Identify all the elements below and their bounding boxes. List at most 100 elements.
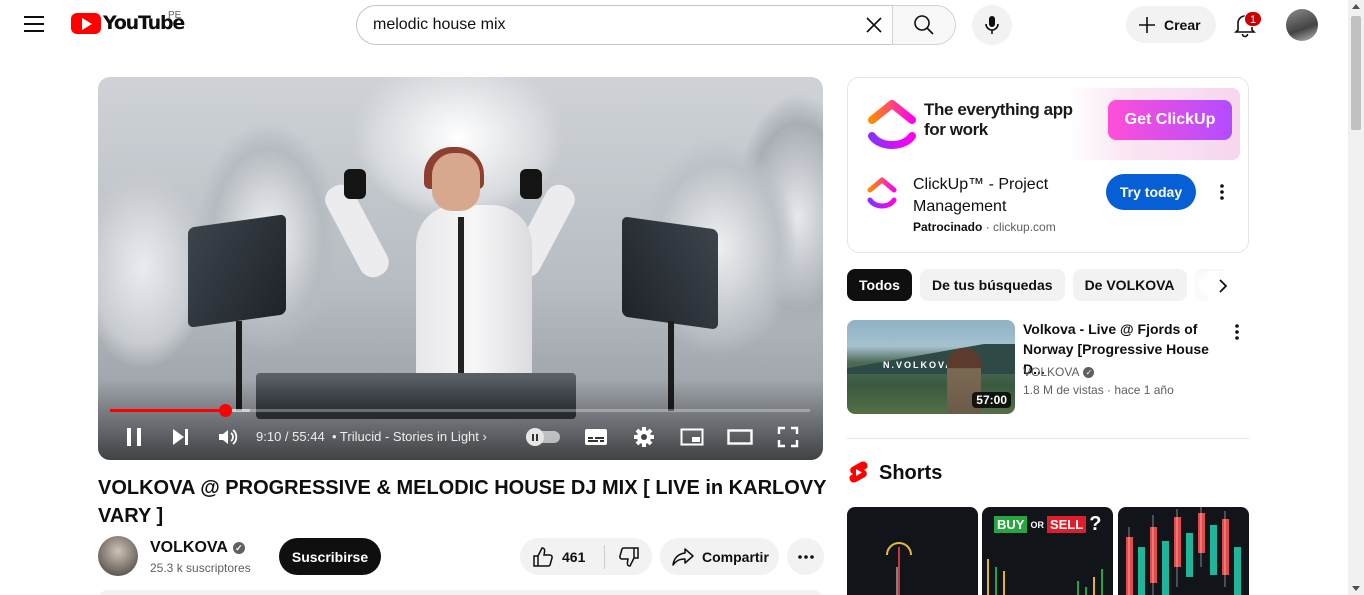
- voice-search-button[interactable]: [972, 5, 1012, 45]
- scroll-thumb[interactable]: [1351, 16, 1361, 130]
- progress-bar[interactable]: [110, 404, 810, 417]
- notification-badge: 1: [1244, 11, 1262, 27]
- short-chart-graphic: [886, 542, 912, 595]
- miniplayer-button[interactable]: [678, 425, 706, 449]
- short-chart-graphic: [1126, 507, 1241, 595]
- chapter-title[interactable]: • Trilucid - Stories in Light ›: [332, 429, 487, 444]
- verified-icon: ✓: [1083, 366, 1095, 378]
- scroll-up-icon[interactable]: [1352, 4, 1360, 9]
- recommended-channel[interactable]: VOLKOVA ✓: [1023, 365, 1095, 379]
- sponsored-label: Patrocinado: [913, 220, 983, 234]
- chip-todos[interactable]: Todos: [847, 269, 912, 301]
- video-duration: 57:00: [972, 392, 1011, 408]
- scroll-down-icon[interactable]: [1352, 586, 1360, 591]
- ad-title[interactable]: ClickUp™ - Project Management: [913, 174, 1093, 218]
- ad-banner-cta[interactable]: Get ClickUp: [1108, 100, 1232, 140]
- share-icon: [672, 547, 694, 566]
- ad-more-button[interactable]: [1212, 180, 1232, 204]
- channel-name-link[interactable]: VOLKOVA ✓: [150, 539, 245, 557]
- next-button[interactable]: [166, 425, 194, 449]
- video-title: VOLKOVA @ PROGRESSIVE & MELODIC HOUSE DJ…: [98, 477, 827, 527]
- create-button[interactable]: Crear: [1126, 6, 1216, 43]
- chip-from-searches[interactable]: De tus búsquedas: [919, 269, 1065, 301]
- progress-played: [110, 409, 225, 412]
- recommended-more-button[interactable]: [1228, 322, 1246, 342]
- chevron-right-icon: [1219, 279, 1228, 293]
- settings-icon: [634, 427, 654, 447]
- upload-age: hace 1 año: [1114, 383, 1174, 397]
- shorts-title: Shorts: [879, 461, 943, 484]
- subtitles-icon: [585, 429, 607, 445]
- clear-icon: [866, 17, 882, 33]
- dislike-button[interactable]: [605, 538, 652, 575]
- autoplay-pause-icon: [526, 428, 544, 446]
- chips-next-button[interactable]: [1208, 271, 1238, 301]
- ad-banner[interactable]: The everything app for work Get ClickUp: [858, 88, 1240, 160]
- channel-name: VOLKOVA: [150, 539, 228, 556]
- recommended-thumbnail[interactable]: N.VOLKOVA 57:00: [847, 320, 1015, 414]
- short-card[interactable]: [1118, 507, 1249, 595]
- view-count: 1.8 M de vistas: [1023, 383, 1104, 397]
- chip-from-channel[interactable]: De VOLKOVA: [1072, 269, 1187, 301]
- or-label: OR: [1030, 519, 1044, 530]
- dj-zipper-graphic: [458, 217, 464, 377]
- fullscreen-button[interactable]: [774, 425, 802, 449]
- miniplayer-icon: [680, 428, 704, 446]
- like-icon: [533, 546, 553, 567]
- filter-chips: Todos De tus búsquedas De VOLKOVA T: [847, 269, 1249, 301]
- buy-label: BUY: [994, 516, 1028, 533]
- time-display: 9:10 / 55:44: [256, 429, 325, 444]
- page-scrollbar[interactable]: [1348, 0, 1364, 595]
- progress-scrubber[interactable]: [218, 404, 232, 417]
- theater-icon: [727, 429, 753, 445]
- like-button[interactable]: 461: [520, 538, 604, 575]
- dj-head-graphic: [432, 153, 480, 211]
- search-box[interactable]: [356, 5, 892, 45]
- subscribe-button[interactable]: Suscribirse: [279, 538, 381, 575]
- recommended-channel-name: VOLKOVA: [1023, 365, 1080, 379]
- video-player[interactable]: 9:10 / 55:44 • Trilucid - Stories in Lig…: [98, 77, 823, 460]
- ad-banner-line1: The everything app: [924, 100, 1073, 119]
- theater-mode-button[interactable]: [726, 425, 754, 449]
- next-icon: [173, 429, 188, 445]
- thumbnail-text: N.VOLKOVA: [883, 360, 954, 370]
- question-label: ?: [1089, 513, 1102, 535]
- channel-avatar[interactable]: [98, 536, 138, 576]
- youtube-play-icon: [71, 12, 101, 34]
- search-button[interactable]: [892, 5, 956, 45]
- volume-button[interactable]: [214, 425, 242, 449]
- clear-search-button[interactable]: [856, 7, 892, 43]
- account-avatar[interactable]: [1286, 9, 1318, 41]
- clickup-small-logo-icon: [867, 177, 897, 209]
- dislike-icon: [618, 546, 639, 567]
- search-icon: [914, 15, 934, 35]
- dj-glove-graphic: [344, 169, 366, 199]
- subtitles-button[interactable]: [582, 425, 610, 449]
- search-bar: [356, 5, 956, 45]
- more-horizontal-icon: [797, 554, 814, 559]
- sell-label: SELL: [1046, 516, 1087, 533]
- sponsored-ad-card[interactable]: The everything app for work Get ClickUp …: [847, 77, 1249, 253]
- settings-button[interactable]: [630, 425, 658, 449]
- more-vertical-icon: [1235, 324, 1239, 340]
- search-input[interactable]: [373, 16, 856, 34]
- share-label: Compartir: [702, 548, 769, 565]
- pause-icon: [127, 428, 141, 446]
- more-actions-button[interactable]: [787, 538, 824, 575]
- ad-domain: clickup.com: [993, 220, 1056, 234]
- menu-icon[interactable]: [24, 16, 44, 32]
- share-button[interactable]: Compartir: [660, 538, 779, 575]
- autoplay-toggle[interactable]: [526, 428, 560, 446]
- verified-icon: ✓: [232, 542, 245, 554]
- short-card[interactable]: [847, 507, 978, 595]
- pause-button[interactable]: [120, 425, 148, 449]
- mic-icon: [985, 16, 999, 34]
- like-count: 461: [562, 548, 586, 565]
- chapter-chevron-icon: ›: [482, 429, 487, 444]
- short-card[interactable]: BUY OR SELL ?: [982, 507, 1113, 595]
- description-box[interactable]: [98, 590, 823, 595]
- country-code: PE: [168, 10, 182, 21]
- try-today-button[interactable]: Try today: [1106, 174, 1196, 210]
- shorts-header: Shorts: [847, 460, 942, 486]
- player-controls: 9:10 / 55:44 • Trilucid - Stories in Lig…: [98, 419, 823, 455]
